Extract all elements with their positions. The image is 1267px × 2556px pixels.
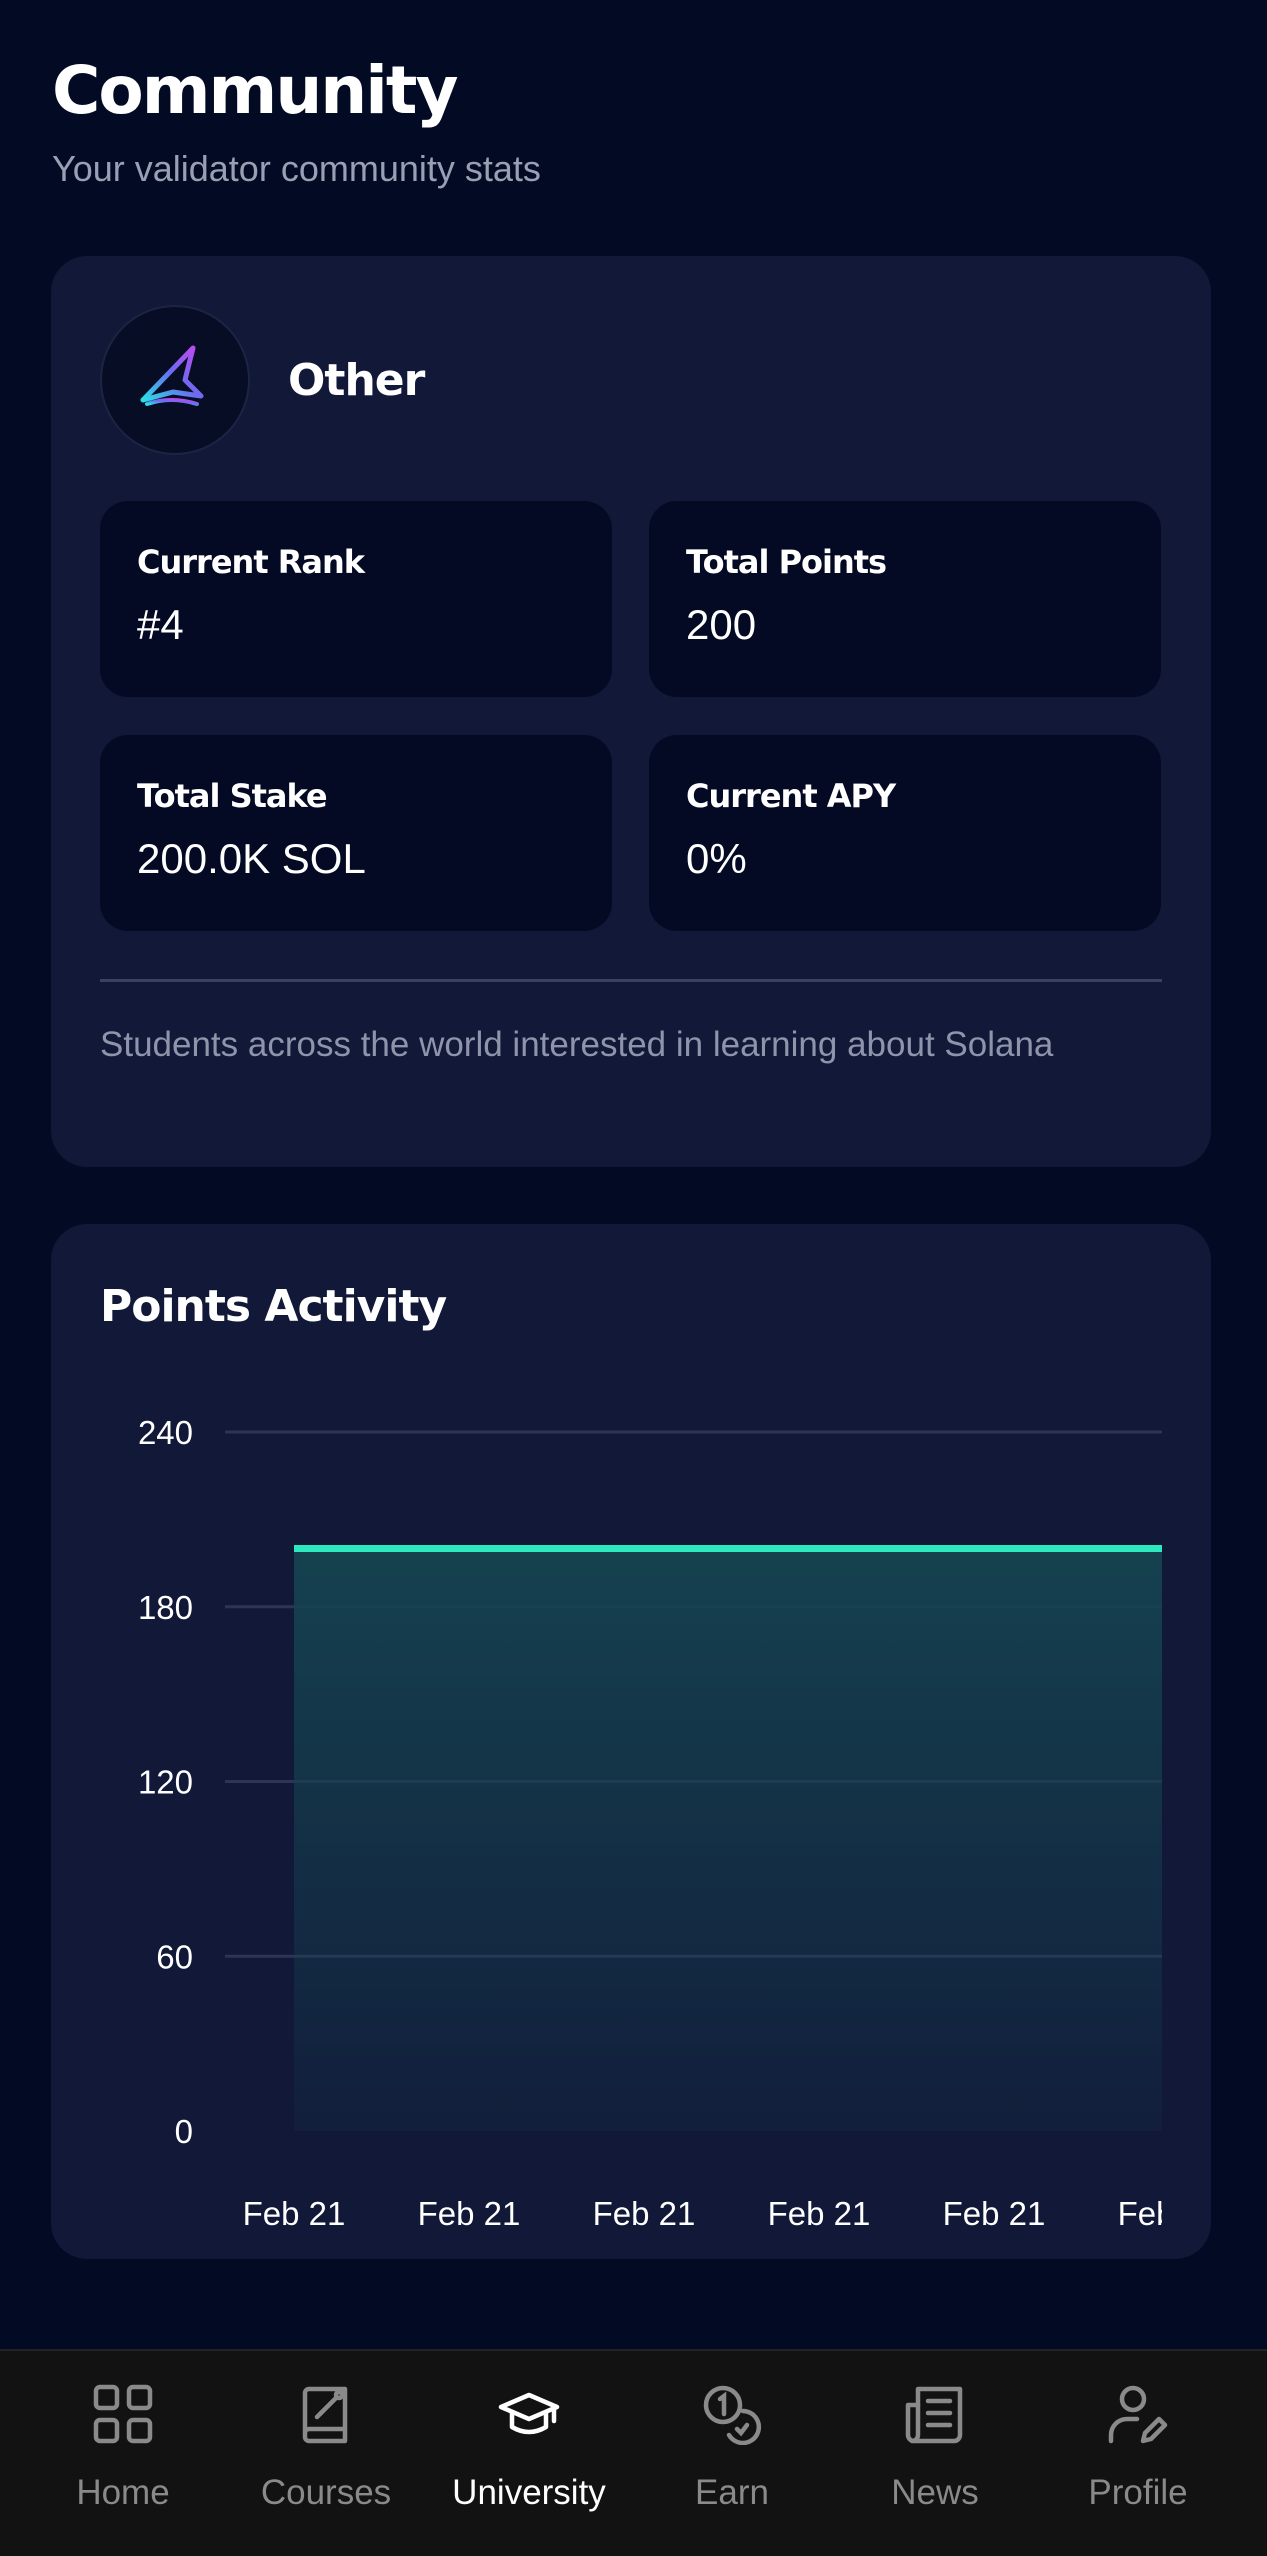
nav-label: Courses: [260, 2473, 392, 2512]
community-description: Students across the world interested in …: [100, 1025, 1054, 1064]
area-fill: [294, 1548, 1162, 2131]
nav-item-home[interactable]: Home: [23, 2351, 223, 2556]
community-header: Other: [100, 305, 425, 455]
nav-label: Earn: [695, 2473, 769, 2512]
stat-current-apy: Current APY 0%: [649, 735, 1161, 931]
nav-label: News: [891, 2473, 979, 2512]
page-header: Community Your validator community stats: [52, 48, 541, 190]
stat-label: Total Stake: [137, 777, 328, 815]
community-name: Other: [288, 354, 425, 406]
points-activity-card: Points Activity 0 60 120 180 240 Feb 21 Feb 21…: [51, 1224, 1211, 2259]
user-edit-icon: [1108, 2385, 1168, 2444]
stat-total-stake: Total Stake 200.0K SOL: [100, 735, 612, 931]
nav-label: Profile: [1088, 2473, 1188, 2512]
x-tick-label: Feb 21: [243, 2195, 346, 2232]
community-logo: [100, 305, 250, 455]
nav-item-profile[interactable]: Profile: [1038, 2351, 1238, 2556]
y-tick-label: 240: [138, 1414, 193, 1451]
y-tick-label: 120: [138, 1764, 193, 1801]
stat-value: 200.0K SOL: [137, 835, 366, 882]
stat-current-rank: Current Rank #4: [100, 501, 612, 697]
stat-value: 0%: [686, 835, 747, 882]
page-title: Community: [52, 52, 458, 129]
x-tick-label: Feb 21: [1118, 2195, 1211, 2232]
x-tick-label: Feb 21: [418, 2195, 521, 2232]
points-activity-chart: 0 60 120 180 240 Feb 21 Feb 21 Feb 21 Feb 21 Feb …: [138, 1414, 1211, 2232]
y-tick-label: 0: [175, 2113, 193, 2150]
page-subtitle: Your validator community stats: [52, 148, 541, 189]
nav-label: Home: [76, 2473, 170, 2512]
x-tick-label: Feb 21: [768, 2195, 871, 2232]
divider: [100, 979, 1162, 982]
stat-label: Current Rank: [137, 543, 365, 581]
newspaper-icon: [905, 2386, 963, 2444]
y-tick-label: 60: [156, 1938, 193, 1975]
coins-icon: [703, 2385, 762, 2445]
bottom-navigation: Home Courses University Earn News Profil…: [0, 2349, 1267, 2556]
nav-label: University: [452, 2473, 606, 2512]
community-card: Other Current Rank #4 Total Points 200 T…: [51, 256, 1211, 1167]
stat-value: #4: [137, 601, 184, 648]
stat-label: Total Points: [686, 543, 887, 581]
nav-item-courses[interactable]: Courses: [226, 2351, 426, 2556]
stat-total-points: Total Points 200: [649, 501, 1161, 697]
stat-label: Current APY: [686, 777, 896, 815]
graduation-cap-icon: [498, 2392, 560, 2435]
y-tick-label: 180: [138, 1589, 193, 1626]
nav-item-university[interactable]: University: [429, 2351, 629, 2556]
book-icon: [302, 2386, 348, 2444]
x-tick-label: Feb 21: [943, 2195, 1046, 2232]
nav-item-news[interactable]: News: [835, 2351, 1035, 2556]
grid-icon: [93, 2384, 153, 2444]
nav-item-earn[interactable]: Earn: [632, 2351, 832, 2556]
x-tick-label: Feb 21: [593, 2195, 696, 2232]
stat-value: 200: [686, 601, 757, 648]
paper-plane-logo-icon: [140, 345, 204, 406]
